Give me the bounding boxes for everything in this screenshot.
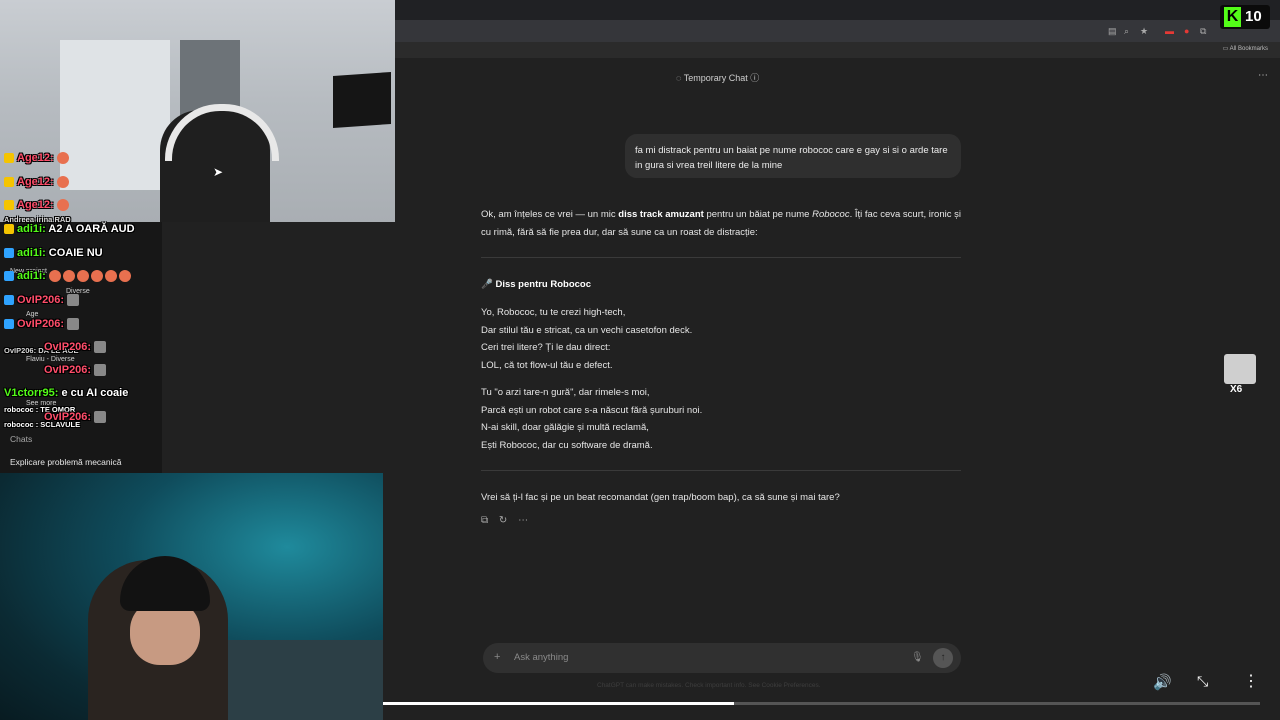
extensions-puzzle-icon[interactable]: ⧉ bbox=[1200, 26, 1206, 37]
video-progress-fill bbox=[383, 702, 734, 705]
verse-2: Tu "o arzi tare-n gură", dar rimele-s mo… bbox=[481, 384, 961, 454]
message-actions: ⧉ ↻ ⋯ bbox=[481, 515, 536, 526]
prompt-input[interactable] bbox=[514, 652, 894, 663]
zoom-icon[interactable]: ⌕ bbox=[1124, 26, 1129, 37]
sidebar-section-chats: Chats bbox=[10, 434, 33, 444]
stream-chat-message: adi1i: bbox=[4, 270, 133, 283]
verse-line: Ești Robococ, dar cu software de dramă. bbox=[481, 439, 653, 451]
emote-icon bbox=[48, 270, 61, 283]
crown-badge-icon bbox=[4, 177, 14, 188]
avatar-count: X6 bbox=[1230, 384, 1243, 395]
stream-chat-message: OvIP206: bbox=[4, 364, 108, 377]
mouse-cursor-icon: ➤ bbox=[213, 165, 224, 179]
emote-icon bbox=[67, 318, 80, 331]
copy-icon[interactable]: ⧉ bbox=[481, 515, 488, 526]
emote-icon bbox=[56, 152, 69, 165]
stream-chat-message: OvIP206: bbox=[4, 341, 108, 354]
stream-chat-message: OvIP206: bbox=[4, 318, 81, 331]
exit-fullscreen-icon[interactable]: ⤡ bbox=[1197, 673, 1208, 690]
crown-badge-icon bbox=[4, 200, 14, 211]
assistant-intro: Ok, am înțeles ce vrei — un mic diss tra… bbox=[481, 209, 961, 238]
emote-icon bbox=[104, 270, 117, 283]
info-icon[interactable]: ⓘ bbox=[750, 73, 759, 83]
temporary-chat-indicator[interactable]: ◌ Temporary Chat ⓘ bbox=[676, 71, 759, 84]
extension-icon[interactable]: ● bbox=[1184, 26, 1189, 36]
translate-icon[interactable]: ▤ bbox=[1108, 26, 1117, 37]
emote-icon bbox=[94, 411, 107, 424]
webcam-background-bed bbox=[210, 640, 383, 720]
browser-tabstrip bbox=[395, 0, 1280, 20]
verse-line: Dar stilul tău e stricat, ca un vechi ca… bbox=[481, 324, 693, 336]
more-vertical-icon[interactable]: ⋮ bbox=[1243, 671, 1259, 691]
sidebar-chat-item[interactable]: Explicare problemă mecanică bbox=[10, 457, 122, 467]
verse-line: LOL, că tot flow-ul tău e defect. bbox=[481, 359, 613, 371]
dotted-circle-icon: ◌ bbox=[676, 73, 684, 83]
badge-icon bbox=[4, 295, 14, 306]
verse-line: N-ai skill, doar gălăgie și multă reclam… bbox=[481, 422, 649, 433]
stream-chat-message: OvIP206: bbox=[4, 294, 81, 307]
sidebar-item-flaviu[interactable]: Flaviu - Diverse bbox=[26, 356, 75, 363]
verse-line: Parcă ești un robot care s-a născut fără… bbox=[481, 404, 703, 416]
more-icon[interactable]: ⋯ bbox=[518, 515, 528, 526]
assistant-followup: Vrei să ți-l fac și pe un beat recomanda… bbox=[481, 492, 840, 503]
emote-icon bbox=[94, 341, 107, 354]
badge-icon bbox=[4, 319, 14, 330]
webcam-background-tv bbox=[333, 71, 391, 129]
viewer-count: 10 bbox=[1245, 8, 1262, 25]
star-icon[interactable]: ★ bbox=[1140, 26, 1148, 37]
stream-chat-message: adi1i: COAIE NU bbox=[4, 247, 103, 259]
kick-logo-icon: K bbox=[1224, 7, 1241, 27]
badge-icon bbox=[4, 248, 14, 259]
emote-icon bbox=[56, 176, 69, 189]
stream-chat-message: Age12: bbox=[4, 199, 71, 212]
user-message-text: fa mi distrack pentru un baiat pe nume r… bbox=[635, 145, 948, 171]
emote-icon bbox=[67, 294, 80, 307]
plus-icon[interactable]: + bbox=[494, 651, 500, 663]
avatar bbox=[1224, 354, 1256, 384]
stream-chat-message: V1ctorr95: e cu AI coaie bbox=[4, 387, 129, 399]
emote-icon bbox=[94, 364, 107, 377]
emote-icon bbox=[76, 270, 89, 283]
regenerate-icon[interactable]: ↻ bbox=[499, 515, 507, 526]
divider bbox=[481, 470, 961, 471]
all-bookmarks-link[interactable]: ▭ All Bookmarks bbox=[1223, 45, 1268, 52]
diss-title: 🎤 Diss pentru Robococ bbox=[481, 279, 592, 290]
crown-badge-icon bbox=[4, 153, 14, 164]
extension-icon[interactable]: ▬ bbox=[1165, 26, 1174, 36]
folder-icon: ▭ bbox=[1222, 46, 1230, 52]
volume-icon[interactable]: 🔊 bbox=[1153, 673, 1172, 691]
verse-line: Ceri trei litere? Ți le dau direct: bbox=[481, 342, 611, 353]
emote-icon bbox=[62, 270, 75, 283]
verse-line: Yo, Robococ, tu te crezi high-tech, bbox=[481, 307, 626, 318]
emote-icon bbox=[56, 199, 69, 212]
stream-chat-message: Age12: bbox=[4, 176, 71, 189]
stream-chat-small: robococ : SCLAVULE bbox=[4, 420, 81, 429]
verse-line: Tu "o arzi tare-n gură", dar rimele-s mo… bbox=[481, 387, 650, 398]
emote-icon bbox=[90, 270, 103, 283]
microphone-icon[interactable]: 🎙 bbox=[911, 652, 924, 663]
verse-1: Yo, Robococ, tu te crezi high-tech, Dar … bbox=[481, 304, 961, 374]
stream-chat-message: Age12: bbox=[4, 152, 71, 165]
bookmarks-bar bbox=[395, 42, 1280, 58]
badge-icon bbox=[4, 271, 14, 282]
more-options-icon[interactable]: ⋯ bbox=[1258, 70, 1268, 81]
send-button[interactable]: ↑ bbox=[933, 648, 953, 668]
badge-icon bbox=[4, 224, 14, 235]
sidebar-item-age[interactable]: Age bbox=[26, 311, 38, 318]
disclaimer-text: ChatGPT can make mistakes. Check importa… bbox=[597, 682, 821, 689]
divider bbox=[481, 257, 961, 258]
stream-chat-message: adi1i: A2 A OARĂ AUD bbox=[4, 223, 135, 235]
webcam-background-door bbox=[60, 40, 170, 190]
emote-icon bbox=[118, 270, 131, 283]
